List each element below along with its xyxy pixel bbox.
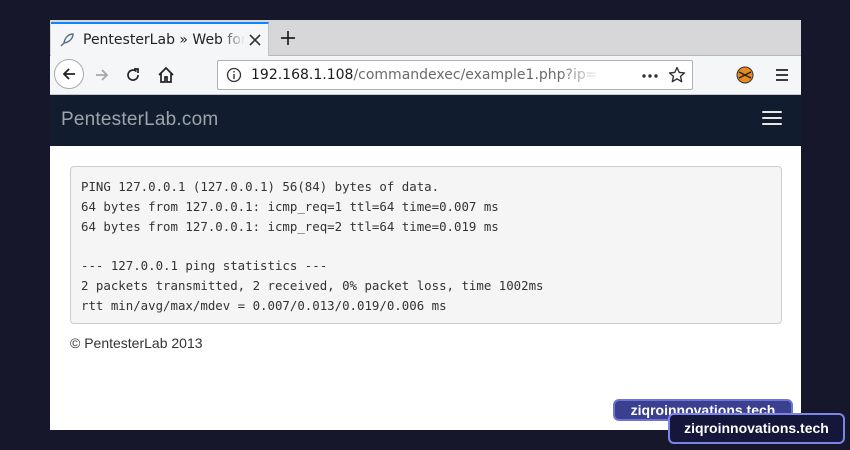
back-button[interactable] xyxy=(54,59,84,89)
bookmark-star-icon[interactable] xyxy=(668,66,686,84)
close-tab-icon[interactable] xyxy=(248,33,262,47)
url-host: 192.168.1.108 xyxy=(251,67,354,83)
quill-icon xyxy=(59,32,75,48)
menu-icon[interactable] xyxy=(773,66,791,84)
output-line: 64 bytes from 127.0.0.1: icmp_req=2 ttl=… xyxy=(81,218,499,234)
hamburger-menu-icon[interactable] xyxy=(762,111,782,129)
forward-button[interactable] xyxy=(90,63,114,87)
tab-title: PentesterLab » Web for Pentester xyxy=(83,32,245,48)
ping-output-block: PING 127.0.0.1 (127.0.0.1) 56(84) bytes … xyxy=(70,166,782,324)
page-footer: © PentesterLab 2013 xyxy=(70,335,203,351)
url-bar[interactable]: 192.168.1.108/commandexec/example1.php?i… xyxy=(217,60,693,90)
browser-window: PentesterLab » Web for Pentester 192.168… xyxy=(50,20,801,430)
tab-strip: PentesterLab » Web for Pentester xyxy=(50,20,801,56)
navigation-bar: 192.168.1.108/commandexec/example1.php?i… xyxy=(50,56,801,95)
page-actions-icon[interactable] xyxy=(641,67,659,85)
info-icon[interactable] xyxy=(226,67,242,83)
site-header: PentesterLab.com xyxy=(50,95,801,146)
home-button[interactable] xyxy=(154,63,178,87)
url-text[interactable]: 192.168.1.108/commandexec/example1.php?i… xyxy=(251,67,601,83)
output-line: 2 packets transmitted, 2 received, 0% pa… xyxy=(81,277,544,293)
output-line: rtt min/avg/max/mdev = 0.007/0.013/0.019… xyxy=(81,297,447,313)
new-tab-button[interactable] xyxy=(278,28,298,48)
reload-button[interactable] xyxy=(121,63,145,87)
url-path: /commandexec/example1.php?ip=127.0.0.1 xyxy=(353,67,601,83)
watermark-badge: ziqroinnovations.tech xyxy=(668,413,845,444)
output-line: PING 127.0.0.1 (127.0.0.1) 56(84) bytes … xyxy=(81,179,440,194)
extension-icon[interactable] xyxy=(736,66,754,84)
tab-pentesterlab[interactable]: PentesterLab » Web for Pentester xyxy=(51,22,269,56)
output-line: 64 bytes from 127.0.0.1: icmp_req=1 ttl=… xyxy=(81,198,499,214)
output-line: --- 127.0.0.1 ping statistics --- xyxy=(81,258,328,273)
site-brand-link[interactable]: PentesterLab.com xyxy=(61,109,218,131)
